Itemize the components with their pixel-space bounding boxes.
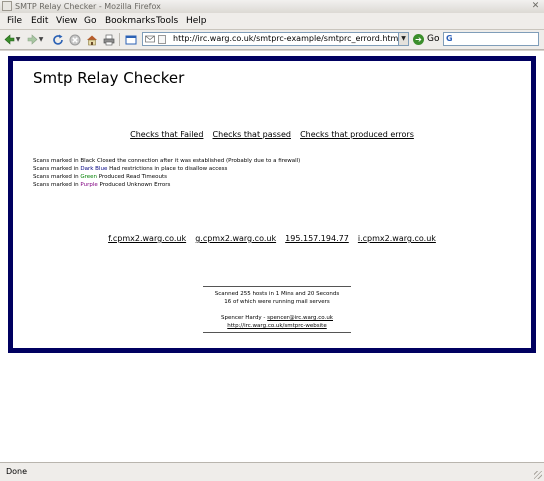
menu-view[interactable]: View xyxy=(56,13,77,29)
window-icon xyxy=(125,35,136,44)
link-checks-failed[interactable]: Checks that Failed xyxy=(130,130,203,139)
new-window-button[interactable] xyxy=(123,32,138,47)
navigation-toolbar: ▼ ▼ http://irc.warg.co.uk/smtprc-example… xyxy=(0,30,544,50)
window-title: SMTP Relay Checker - Mozilla Firefox xyxy=(15,2,161,11)
window-menu-icon[interactable] xyxy=(2,1,12,11)
toolbar-separator xyxy=(119,33,120,46)
legend-color-word: Dark Blue xyxy=(80,166,108,172)
chevron-down-icon: ▼ xyxy=(401,35,406,42)
print-button[interactable] xyxy=(101,32,116,47)
page-icon xyxy=(158,35,166,44)
host-link[interactable]: i.cpmx2.warg.co.uk xyxy=(358,234,436,243)
go-arrow-icon: ➔ xyxy=(413,34,424,45)
mail-icon xyxy=(145,35,155,43)
host-link[interactable]: g.cpmx2.warg.co.uk xyxy=(195,234,276,243)
print-icon xyxy=(103,34,114,45)
resize-grip[interactable] xyxy=(534,471,542,479)
legend-color-word: Purple xyxy=(80,182,98,188)
scan-summary: Scanned 255 hosts in 1 Mins and 20 Secon… xyxy=(203,286,351,333)
host-link[interactable]: 195.157.194.77 xyxy=(285,234,349,243)
forward-arrow-icon xyxy=(27,34,38,45)
author-email-link[interactable]: spencer@irc.warg.co.uk xyxy=(267,315,333,321)
chevron-down-icon: ▼ xyxy=(38,36,44,43)
menu-file[interactable]: File xyxy=(7,13,22,29)
url-text: http://irc.warg.co.uk/smtprc-example/smt… xyxy=(173,34,401,43)
menu-tools[interactable]: Tools xyxy=(156,13,178,29)
legend-line: Scans marked in Purple Produced Unknown … xyxy=(33,182,171,188)
author-line: Spencer Hardy - spencer@irc.warg.co.uk xyxy=(221,315,333,321)
host-link[interactable]: f.cpmx2.warg.co.uk xyxy=(108,234,186,243)
color-legend: Scans marked in Black Closed the connect… xyxy=(33,157,300,189)
menu-edit[interactable]: Edit xyxy=(31,13,48,29)
go-label: Go xyxy=(427,34,440,44)
menu-bookmarks[interactable]: Bookmarks xyxy=(105,13,155,29)
stop-icon xyxy=(69,34,80,45)
search-input[interactable]: G xyxy=(443,32,539,46)
menu-bar: File Edit View Go Bookmarks Tools Help xyxy=(0,13,544,30)
close-window-icon[interactable]: ✕ xyxy=(530,1,541,12)
status-bar: Done xyxy=(0,462,544,481)
reload-icon xyxy=(52,34,63,45)
page-viewport: Smtp Relay Checker Checks that Failed Ch… xyxy=(0,51,544,462)
page-title: Smtp Relay Checker xyxy=(33,69,185,87)
stop-button[interactable] xyxy=(67,32,82,47)
status-text: Done xyxy=(6,467,28,476)
host-list: f.cpmx2.warg.co.uk g.cpmx2.warg.co.uk 19… xyxy=(13,226,531,245)
reload-button[interactable] xyxy=(50,32,65,47)
google-search-icon: G xyxy=(446,34,453,43)
divider xyxy=(203,286,351,287)
page-frame: Smtp Relay Checker Checks that Failed Ch… xyxy=(8,56,536,353)
link-checks-errors[interactable]: Checks that produced errors xyxy=(300,130,414,139)
scan-time: Scanned 255 hosts in 1 Mins and 20 Secon… xyxy=(214,291,340,297)
legend-color-word: Black xyxy=(80,158,96,164)
menu-help[interactable]: Help xyxy=(186,13,207,29)
back-button[interactable]: ▼ xyxy=(3,32,21,47)
legend-color-word: Green xyxy=(80,174,98,180)
back-arrow-icon xyxy=(4,34,14,45)
divider xyxy=(203,332,351,333)
home-icon xyxy=(86,35,97,45)
website-link[interactable]: http://irc.warg.co.uk/smtprc-website xyxy=(227,323,326,329)
legend-line: Scans marked in Green Produced Read Time… xyxy=(33,174,168,180)
legend-line: Scans marked in Dark Blue Had restrictio… xyxy=(33,166,228,172)
menu-go[interactable]: Go xyxy=(84,13,96,29)
mail-server-count: 16 of which were running mail servers xyxy=(224,299,330,305)
legend-line: Scans marked in Black Closed the connect… xyxy=(33,158,301,164)
result-nav: Checks that Failed Checks that passed Ch… xyxy=(13,122,531,141)
chevron-down-icon: ▼ xyxy=(15,36,21,43)
window-titlebar: SMTP Relay Checker - Mozilla Firefox ✕ xyxy=(0,0,544,14)
url-dropdown-button[interactable]: ▼ xyxy=(398,32,409,46)
url-field[interactable]: http://irc.warg.co.uk/smtprc-example/smt… xyxy=(142,32,408,46)
link-checks-passed[interactable]: Checks that passed xyxy=(213,130,291,139)
home-button[interactable] xyxy=(84,32,99,47)
forward-button[interactable]: ▼ xyxy=(26,32,44,47)
